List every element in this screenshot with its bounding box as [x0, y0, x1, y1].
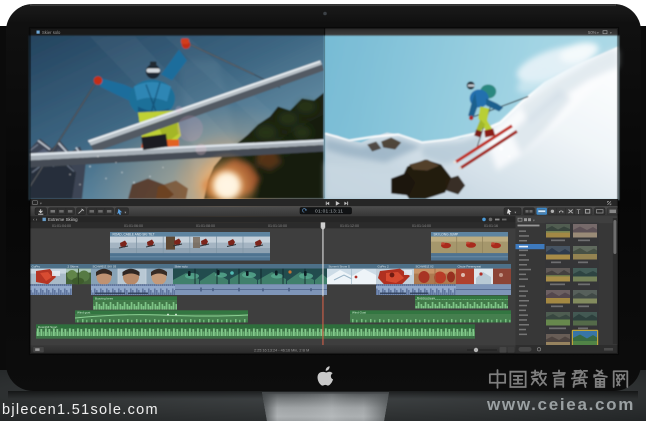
svg-text:01:01:13:11: 01:01:13:11: [315, 209, 343, 215]
svg-text:▾: ▾: [515, 210, 517, 214]
svg-text:SCHWEIZ 02: SCHWEIZ 02: [416, 265, 434, 269]
svg-text:bjlecen1.51sole.com: bjlecen1.51sole.com: [2, 402, 159, 418]
svg-text:GoPro: GoPro: [32, 265, 41, 269]
svg-text:01:01:14:00: 01:01:14:00: [412, 224, 431, 228]
svg-text:Extreme Skiing: Extreme Skiing: [48, 217, 78, 222]
svg-text:SKI LONG JUMP: SKI LONG JUMP: [434, 233, 459, 237]
svg-text:Chute Freerepeat: Chute Freerepeat: [458, 265, 482, 269]
svg-text:2:25:16:13:24 - 46:16 Min, 2 B: 2:25:16:13:24 - 46:16 Min, 2 B M: [254, 349, 309, 353]
svg-text:01:01:10:00: 01:01:10:00: [268, 224, 287, 228]
svg-text:ROAD, CABLE AND SKI TILT: ROAD, CABLE AND SKI TILT: [113, 233, 155, 237]
svg-text:Downhill Sport: Downhill Sport: [38, 325, 58, 329]
svg-text:Summit Snow S: Summit Snow S: [329, 265, 350, 269]
svg-text:Skier solo: Skier solo: [42, 30, 61, 35]
svg-text:50%: 50%: [588, 30, 597, 35]
svg-text:www.ceiea.com: www.ceiea.com: [486, 395, 635, 414]
svg-text:Skier solo: Skier solo: [175, 265, 189, 269]
svg-text:01:01:12:00: 01:01:12:00: [340, 224, 359, 228]
svg-text:Buzzing bees: Buzzing bees: [95, 297, 114, 301]
svg-text:▾: ▾: [40, 202, 42, 206]
svg-text:T: T: [577, 209, 581, 216]
svg-text:▾: ▾: [597, 31, 599, 35]
svg-text:Wind gust: Wind gust: [77, 311, 91, 315]
svg-text:SCHWEIZ SKI 03: SCHWEIZ SKI 03: [93, 265, 117, 269]
svg-text:Wind Gust: Wind Gust: [352, 311, 366, 315]
svg-text:2 Skiers: 2 Skiers: [68, 265, 79, 269]
svg-text:▾: ▾: [610, 31, 612, 35]
svg-text:▾: ▾: [125, 210, 127, 214]
svg-text:01:01:08:00: 01:01:08:00: [196, 224, 215, 228]
svg-text:Buzzing bees: Buzzing bees: [417, 296, 436, 300]
svg-text:GoPro 2: GoPro 2: [378, 265, 390, 269]
svg-text:01:01:04:00: 01:01:04:00: [52, 224, 71, 228]
svg-text:‹ ›: ‹ ›: [33, 217, 38, 222]
svg-text:▾: ▾: [533, 219, 535, 223]
svg-text:01:01:16: 01:01:16: [484, 224, 498, 228]
svg-text:01:01:06:00: 01:01:06:00: [124, 224, 143, 228]
